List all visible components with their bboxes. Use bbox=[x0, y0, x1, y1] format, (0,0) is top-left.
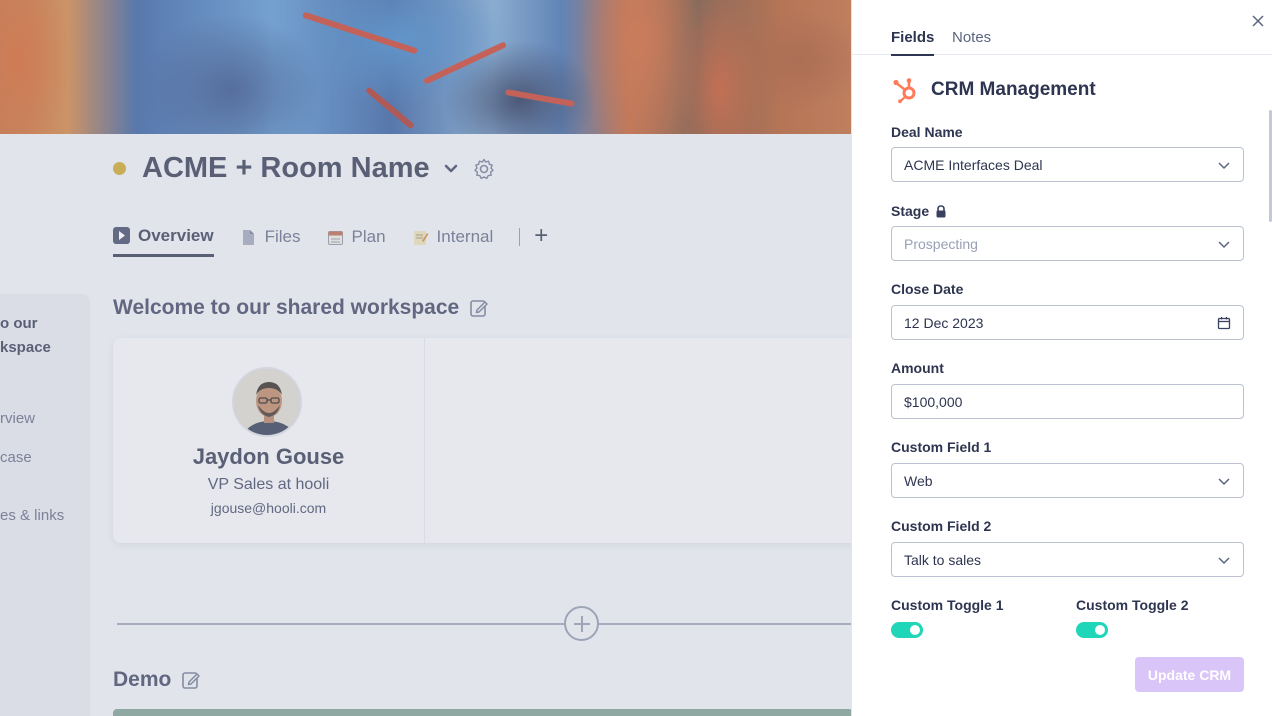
custom-toggle-1[interactable] bbox=[891, 622, 923, 638]
deal-name-label: Deal Name bbox=[891, 124, 963, 140]
tab-notes[interactable]: Notes bbox=[952, 29, 991, 54]
workspace-background: ACME + Room Name Overview Files Plan Int… bbox=[0, 0, 851, 716]
gear-icon[interactable] bbox=[472, 157, 496, 181]
close-date-input[interactable]: 12 Dec 2023 bbox=[891, 305, 1244, 340]
section-title: Welcome to our shared workspace bbox=[113, 296, 489, 320]
custom-field-2-label: Custom Field 2 bbox=[891, 518, 992, 534]
person-email: jgouse@hooli.com bbox=[210, 500, 327, 516]
add-tab-button[interactable]: + bbox=[534, 222, 548, 260]
lock-icon bbox=[935, 204, 947, 218]
left-nav-item[interactable]: case bbox=[0, 449, 32, 466]
chevron-down-icon bbox=[1217, 158, 1231, 172]
chevron-down-icon bbox=[1217, 237, 1231, 251]
person-name: Jaydon Gouse bbox=[192, 444, 345, 469]
panel-tabs: Fields Notes bbox=[852, 0, 1272, 56]
tab-overview[interactable]: Overview bbox=[113, 226, 214, 257]
calendar-icon[interactable] bbox=[1217, 316, 1231, 330]
left-nav-item[interactable]: rview bbox=[0, 410, 35, 427]
left-navigation: o our kspace rview case es & links bbox=[0, 294, 90, 716]
amount-label: Amount bbox=[891, 360, 944, 376]
profile-card: Jaydon Gouse VP Sales at hooli jgouse@ho… bbox=[113, 338, 851, 543]
hubspot-icon bbox=[891, 76, 919, 104]
update-crm-button[interactable]: Update CRM bbox=[1135, 657, 1244, 692]
left-nav-title: o our bbox=[0, 315, 38, 332]
calendar-icon bbox=[327, 229, 344, 246]
memo-icon bbox=[412, 229, 429, 246]
tab-plan[interactable]: Plan bbox=[327, 227, 386, 255]
room-title: ACME + Room Name bbox=[142, 152, 430, 184]
left-nav-item[interactable]: es & links bbox=[0, 507, 64, 524]
tab-internal[interactable]: Internal bbox=[412, 227, 493, 255]
cover-image bbox=[0, 0, 851, 134]
card-divider bbox=[424, 338, 425, 543]
edit-icon[interactable] bbox=[181, 670, 201, 690]
section-divider bbox=[117, 623, 851, 625]
stage-select: Prospecting bbox=[891, 226, 1244, 261]
chevron-down-icon bbox=[1217, 553, 1231, 567]
add-section-button[interactable] bbox=[564, 606, 599, 641]
amount-input[interactable]: $100,000 bbox=[891, 384, 1244, 419]
section-title: Demo bbox=[113, 668, 201, 692]
tab-fields[interactable]: Fields bbox=[891, 29, 935, 56]
custom-toggle-2[interactable] bbox=[1076, 622, 1108, 638]
edit-icon[interactable] bbox=[469, 298, 489, 318]
crm-side-panel: Fields Notes CRM Management Deal Name AC… bbox=[851, 0, 1272, 716]
close-date-label: Close Date bbox=[891, 281, 964, 297]
room-title-row: ACME + Room Name bbox=[113, 152, 496, 185]
deal-name-select[interactable]: ACME Interfaces Deal bbox=[891, 147, 1244, 182]
tab-files[interactable]: Files bbox=[240, 227, 301, 255]
custom-field-2-select[interactable]: Talk to sales bbox=[891, 542, 1244, 577]
custom-field-1-label: Custom Field 1 bbox=[891, 439, 992, 455]
chevron-down-icon[interactable] bbox=[442, 160, 460, 178]
custom-field-1-select[interactable]: Web bbox=[891, 463, 1244, 498]
left-nav-title: kspace bbox=[0, 339, 51, 356]
stage-label: Stage bbox=[891, 203, 947, 219]
demo-preview bbox=[113, 709, 851, 716]
custom-toggle-2-label: Custom Toggle 2 bbox=[1076, 597, 1189, 613]
crm-title: CRM Management bbox=[931, 79, 1096, 100]
status-dot bbox=[113, 162, 126, 175]
chevron-down-icon bbox=[1217, 474, 1231, 488]
person-role: VP Sales at hooli bbox=[207, 476, 330, 493]
avatar bbox=[232, 367, 302, 437]
play-icon bbox=[113, 227, 130, 244]
custom-toggle-1-label: Custom Toggle 1 bbox=[891, 597, 1004, 613]
file-icon bbox=[240, 229, 257, 246]
crm-header: CRM Management bbox=[891, 76, 1096, 104]
close-icon[interactable] bbox=[1248, 12, 1268, 32]
tab-divider bbox=[519, 228, 521, 246]
room-tabs: Overview Files Plan Internal + bbox=[113, 222, 548, 260]
